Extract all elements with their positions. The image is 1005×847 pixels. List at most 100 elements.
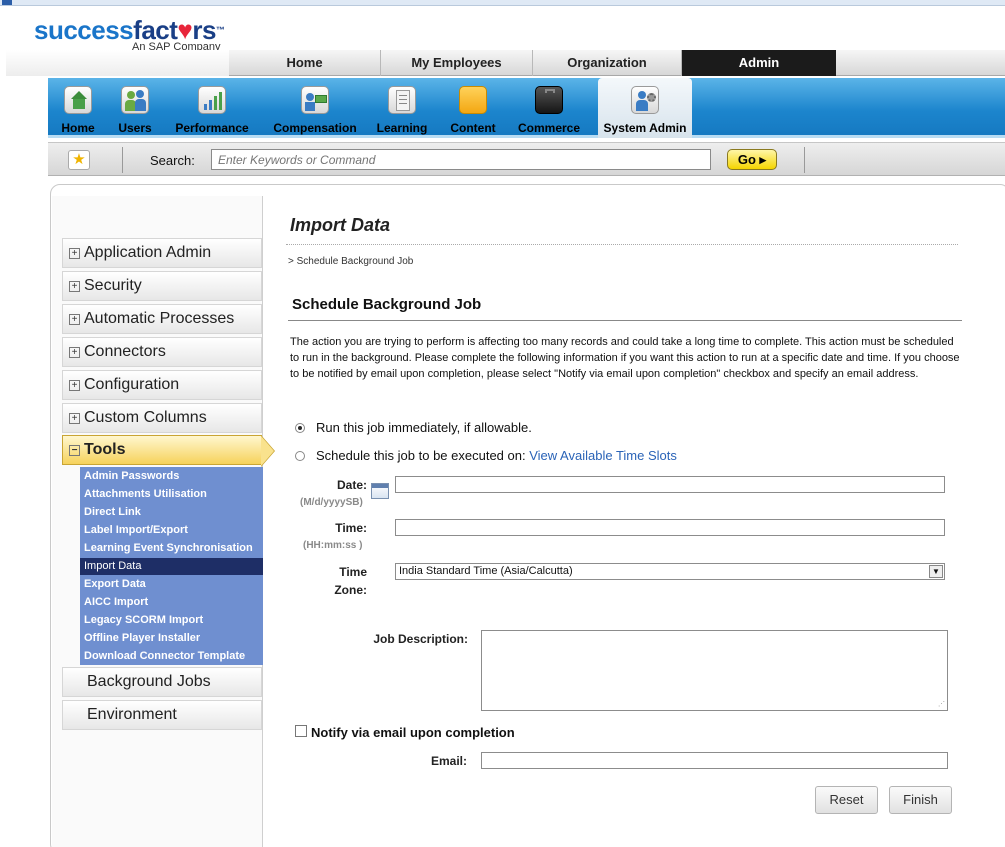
- run-now-radio[interactable]: [295, 423, 305, 433]
- sidebar-automatic-processes[interactable]: + Automatic Processes: [62, 304, 262, 334]
- email-label: Email:: [430, 754, 467, 768]
- time-field[interactable]: [395, 519, 945, 536]
- toolbar-commerce-label: Commerce: [517, 121, 581, 135]
- date-format-hint: (M/d/yyyySB): [300, 497, 363, 508]
- search-input[interactable]: [211, 149, 711, 170]
- timezone-selected-value: India Standard Time (Asia/Calcutta): [399, 565, 573, 577]
- sidebar-item-label: Connectors: [84, 343, 166, 360]
- sidebar-configuration[interactable]: + Configuration: [62, 370, 262, 400]
- section-title: Schedule Background Job: [292, 296, 482, 313]
- run-now-label: Run this job immediately, if allowable.: [316, 420, 532, 435]
- submenu-download-connector-template[interactable]: Download Connector Template: [84, 650, 245, 662]
- time-label: Time:: [335, 521, 367, 535]
- successfactors-logo[interactable]: successfact♥rs™: [34, 15, 225, 45]
- main-nav-spacer: [6, 50, 229, 76]
- go-button[interactable]: Go ▸: [727, 149, 777, 170]
- instructions-text: The action you are trying to perform is …: [290, 336, 960, 380]
- notify-label: Notify via email upon completion: [311, 725, 515, 740]
- trademark-symbol: ™: [215, 25, 225, 35]
- submenu-label-import-export[interactable]: Label Import/Export: [84, 524, 188, 536]
- submenu-export-data[interactable]: Export Data: [84, 578, 146, 590]
- toolbar-content[interactable]: Content: [444, 78, 502, 138]
- submenu-admin-passwords[interactable]: Admin Passwords: [84, 470, 179, 482]
- performance-icon: [198, 86, 226, 114]
- favorites-star-icon[interactable]: ★: [68, 150, 90, 170]
- timezone-select[interactable]: India Standard Time (Asia/Calcutta) ▼: [395, 563, 945, 580]
- search-separator: [122, 147, 123, 173]
- submenu-attachments-utilisation[interactable]: Attachments Utilisation: [84, 488, 207, 500]
- top-strip: [0, 0, 1005, 6]
- sidebar-background-jobs[interactable]: Background Jobs: [62, 667, 262, 697]
- sidebar-item-label: Tools: [84, 441, 126, 458]
- nav-tab-my-employees[interactable]: My Employees: [381, 50, 533, 76]
- toolbar-content-label: Content: [450, 121, 496, 135]
- compensation-icon: [301, 86, 329, 114]
- page-title: Import Data: [290, 215, 391, 235]
- toolbar-users[interactable]: Users: [108, 78, 162, 138]
- expand-icon: +: [69, 314, 80, 325]
- submenu-aicc-import[interactable]: AICC Import: [84, 596, 148, 608]
- date-field[interactable]: [395, 476, 945, 493]
- job-description-field[interactable]: ⋰: [481, 630, 948, 711]
- toolbar-home-label: Home: [61, 121, 95, 135]
- nav-tab-home[interactable]: Home: [229, 50, 381, 76]
- system-admin-icon: [631, 86, 659, 114]
- schedule-label: Schedule this job to be executed on: Vie…: [316, 448, 677, 463]
- toolbar-system-admin[interactable]: System Admin: [598, 78, 692, 138]
- section-divider: [288, 320, 962, 321]
- sidebar-environment[interactable]: Environment: [62, 700, 262, 730]
- schedule-radio[interactable]: [295, 451, 305, 461]
- resize-grip-icon[interactable]: ⋰: [938, 700, 945, 708]
- finish-button[interactable]: Finish: [889, 786, 952, 814]
- title-divider: [286, 244, 958, 245]
- submenu-import-data[interactable]: Import Data: [80, 558, 263, 575]
- sidebar-connectors[interactable]: + Connectors: [62, 337, 262, 367]
- time-format-hint: (HH:mm:ss ): [303, 540, 363, 551]
- nav-tab-organization[interactable]: Organization: [533, 50, 682, 76]
- users-icon: [121, 86, 149, 114]
- main-nav-bar: Home My Employees Organization Admin: [6, 50, 1005, 76]
- favicon-icon: [2, 0, 12, 5]
- submenu-legacy-scorm-import[interactable]: Legacy SCORM Import: [84, 614, 203, 626]
- search-label: Search:: [150, 153, 195, 168]
- sidebar-item-label: Security: [84, 277, 142, 294]
- view-time-slots-link[interactable]: View Available Time Slots: [529, 448, 677, 463]
- reset-button[interactable]: Reset: [815, 786, 878, 814]
- toolbar-performance[interactable]: Performance: [170, 78, 254, 138]
- collapse-icon: −: [69, 445, 80, 456]
- sidebar-item-label: Automatic Processes: [84, 310, 235, 327]
- sidebar-custom-columns[interactable]: + Custom Columns: [62, 403, 262, 433]
- sidebar-application-admin[interactable]: + Application Admin: [62, 238, 262, 268]
- nav-tab-admin[interactable]: Admin: [682, 50, 836, 76]
- notify-checkbox[interactable]: [295, 725, 307, 737]
- toolbar-learning[interactable]: Learning: [374, 78, 430, 138]
- home-icon: [64, 86, 92, 114]
- toolbar-home[interactable]: Home: [52, 78, 104, 138]
- toolbar-compensation[interactable]: Compensation: [268, 78, 362, 138]
- sidebar-item-label: Configuration: [84, 376, 180, 393]
- toolbar-performance-label: Performance: [175, 121, 249, 135]
- expand-icon: +: [69, 248, 80, 259]
- sidebar-item-label: Application Admin: [84, 244, 212, 261]
- expand-icon: +: [69, 380, 80, 391]
- search-separator-right: [804, 147, 805, 173]
- schedule-label-text: Schedule this job to be executed on:: [316, 448, 526, 463]
- toolbar-commerce[interactable]: Commerce: [514, 78, 584, 138]
- submenu-learning-event-sync[interactable]: Learning Event Synchronisation: [84, 542, 253, 554]
- sidebar-tools[interactable]: − Tools: [62, 435, 262, 465]
- submenu-direct-link[interactable]: Direct Link: [84, 506, 141, 518]
- timezone-label-2: Zone:: [334, 583, 367, 597]
- commerce-briefcase-icon: [535, 86, 563, 114]
- sidebar-security[interactable]: + Security: [62, 271, 262, 301]
- module-toolbar: Home Users Performance Compensation Lear…: [48, 78, 1005, 138]
- email-field[interactable]: [481, 752, 948, 769]
- job-description-label: Job Description:: [373, 632, 468, 646]
- toolbar-users-label: Users: [118, 121, 152, 135]
- submenu-offline-player-installer[interactable]: Offline Player Installer: [84, 632, 200, 644]
- toolbar-system-admin-label: System Admin: [603, 121, 687, 135]
- calendar-icon[interactable]: [371, 483, 389, 499]
- expand-icon: +: [69, 413, 80, 424]
- timezone-label-1: Time: [339, 565, 367, 579]
- dropdown-arrow-icon: ▼: [929, 565, 943, 578]
- logo-text-part1: success: [34, 15, 134, 45]
